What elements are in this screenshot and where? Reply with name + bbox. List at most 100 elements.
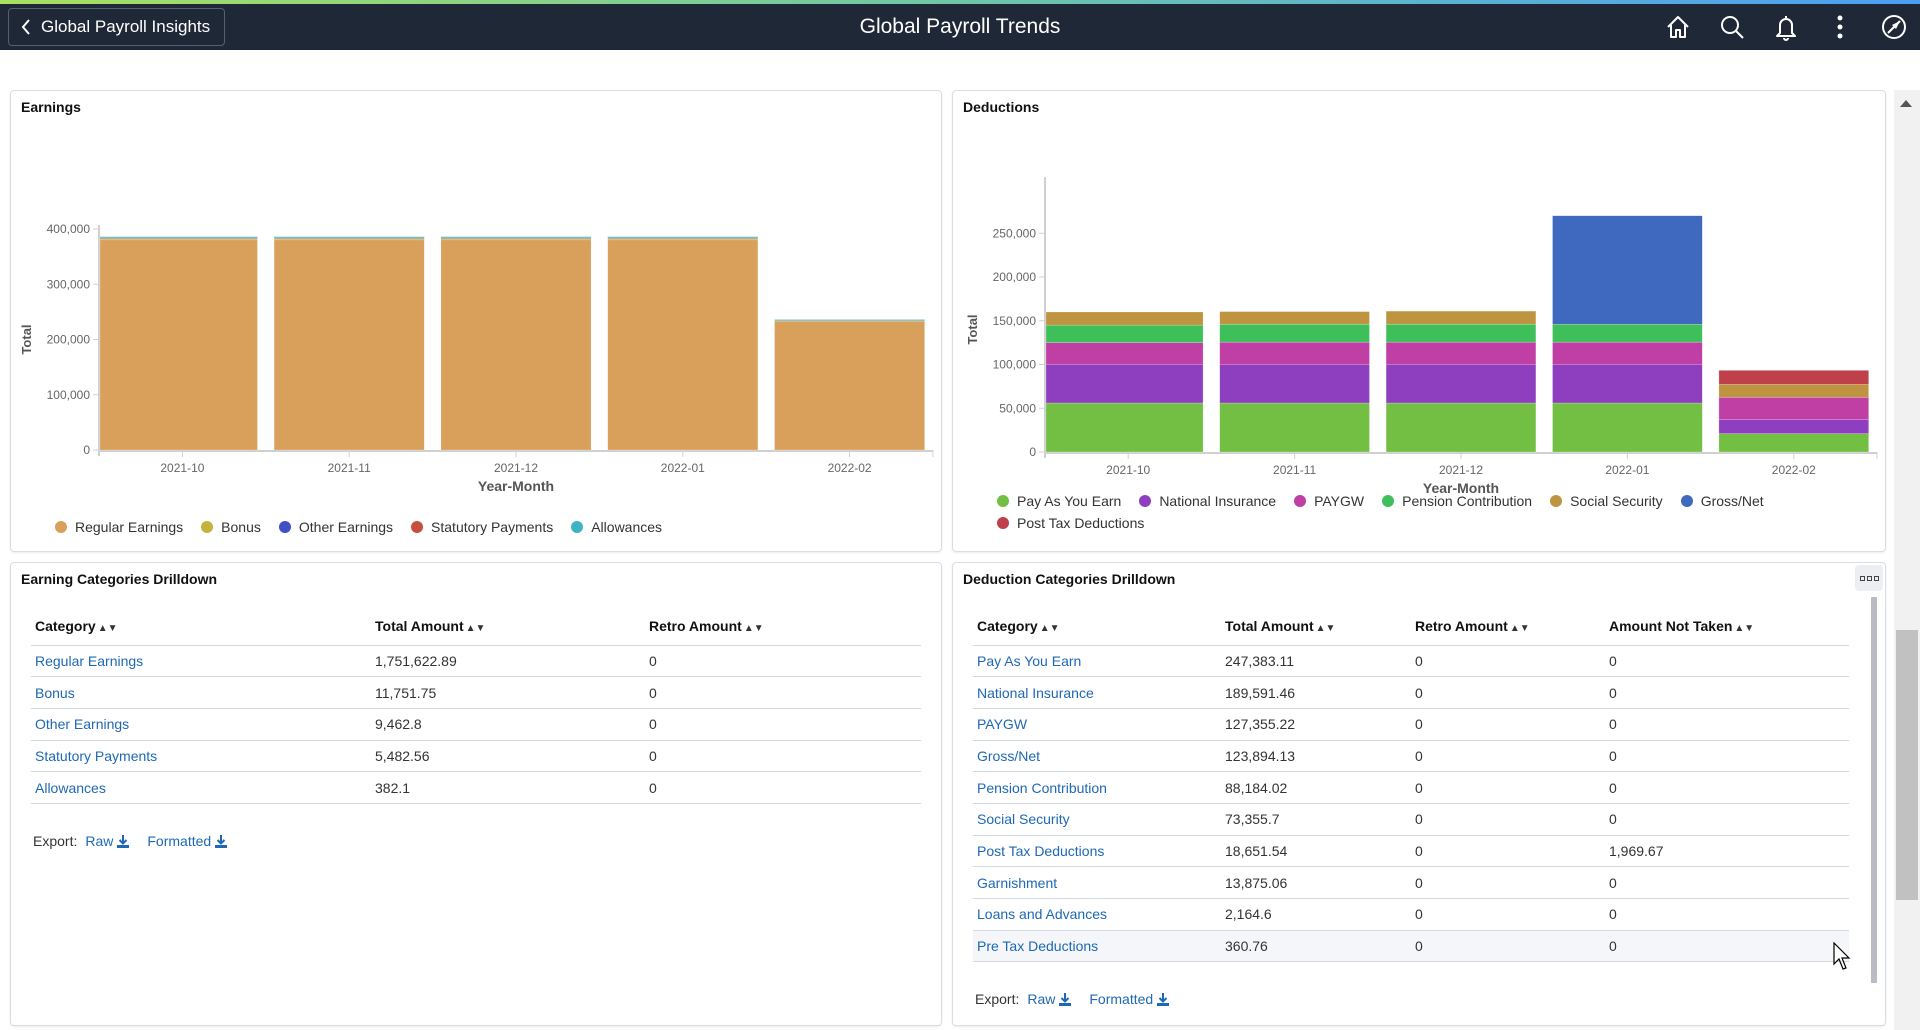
bar-segment-regular-earnings-2021-12[interactable] <box>440 239 592 451</box>
category-link[interactable]: Social Security <box>977 811 1070 827</box>
scrollbar-thumb[interactable] <box>1896 630 1918 900</box>
legend-item[interactable]: Post Tax Deductions <box>997 515 1144 531</box>
table-row[interactable]: Social Security 73,355.7 0 0 <box>973 803 1849 836</box>
category-link[interactable]: Garnishment <box>977 875 1057 891</box>
scroll-up-arrow-icon[interactable] <box>1900 100 1912 107</box>
search-button[interactable] <box>1716 11 1748 43</box>
category-link[interactable]: Pay As You Earn <box>977 653 1081 669</box>
category-link[interactable]: Post Tax Deductions <box>977 843 1104 859</box>
home-button[interactable] <box>1662 11 1694 43</box>
bar-segment-pay-as-you-earn-2021-11[interactable] <box>1219 402 1370 453</box>
bar-segment-national-insurance-2022-02[interactable] <box>1718 419 1869 434</box>
category-link[interactable]: Pre Tax Deductions <box>977 938 1098 954</box>
legend-item[interactable]: Pay As You Earn <box>997 493 1121 509</box>
bar-segment-regular-earnings-2021-10[interactable] <box>99 239 258 451</box>
page-scrollbar[interactable] <box>1894 90 1920 1030</box>
table-row[interactable]: Regular Earnings 1,751,622.89 0 <box>31 645 921 678</box>
legend-item[interactable]: Statutory Payments <box>411 519 553 535</box>
category-link[interactable]: Gross/Net <box>977 748 1040 764</box>
column-header-category[interactable]: Category ▲▼ <box>31 607 371 646</box>
navbar-button[interactable] <box>1878 11 1910 43</box>
bar-segment-allowances-2021-12[interactable] <box>440 236 592 239</box>
table-row[interactable]: Pay As You Earn 247,383.11 0 0 <box>973 645 1849 678</box>
bar-segment-national-insurance-2021-11[interactable] <box>1219 364 1370 404</box>
notifications-button[interactable] <box>1770 11 1802 43</box>
category-link[interactable]: PAYGW <box>977 716 1027 732</box>
category-link[interactable]: Pension Contribution <box>977 780 1107 796</box>
panel-options-button[interactable] <box>1855 565 1883 591</box>
bar-segment-pay-as-you-earn-2022-01[interactable] <box>1552 402 1703 453</box>
table-row[interactable]: Allowances 382.1 0 <box>31 771 921 804</box>
bar-segment-regular-earnings-2022-02[interactable] <box>774 320 925 451</box>
bar-segment-pay-as-you-earn-2021-10[interactable] <box>1045 402 1204 453</box>
column-header-category[interactable]: Category ▲▼ <box>973 607 1221 646</box>
legend-item[interactable]: Regular Earnings <box>55 519 183 535</box>
legend-item[interactable]: Pension Contribution <box>1382 493 1532 509</box>
table-row[interactable]: PAYGW 127,355.22 0 0 <box>973 708 1849 741</box>
category-link[interactable]: National Insurance <box>977 685 1094 701</box>
table-row[interactable]: Bonus 11,751.75 0 <box>31 676 921 709</box>
bar-segment-pension-contribution-2021-10[interactable] <box>1045 324 1204 343</box>
export-formatted-link[interactable]: Formatted <box>147 833 228 849</box>
legend-item[interactable]: Other Earnings <box>278 519 393 535</box>
bar-segment-allowances-2021-10[interactable] <box>99 236 258 239</box>
table-row[interactable]: Statutory Payments 5,482.56 0 <box>31 740 921 773</box>
bar-segment-social-security-2022-02[interactable] <box>1718 384 1869 398</box>
category-link[interactable]: Statutory Payments <box>35 748 157 764</box>
bar-segment-social-security-2021-12[interactable] <box>1385 310 1537 325</box>
bar-segment-pay-as-you-earn-2021-12[interactable] <box>1385 402 1537 453</box>
legend-dot-icon <box>1139 495 1152 507</box>
legend-item[interactable]: National Insurance <box>1139 493 1276 509</box>
table-row[interactable]: Pension Contribution 88,184.02 0 0 <box>973 771 1849 804</box>
table-row[interactable]: Garnishment 13,875.06 0 0 <box>973 866 1849 899</box>
bar-segment-national-insurance-2021-10[interactable] <box>1045 364 1204 404</box>
category-link[interactable]: Loans and Advances <box>977 906 1107 922</box>
column-header-total-amount[interactable]: Total Amount ▲▼ <box>371 607 645 646</box>
bar-segment-national-insurance-2021-12[interactable] <box>1385 364 1537 404</box>
export-formatted-link[interactable]: Formatted <box>1089 991 1170 1007</box>
category-link[interactable]: Other Earnings <box>35 716 129 732</box>
bar-segment-regular-earnings-2021-11[interactable] <box>273 239 425 451</box>
column-header-retro-amount[interactable]: Retro Amount ▲▼ <box>1411 607 1605 646</box>
bar-segment-paygw-2022-02[interactable] <box>1718 397 1869 420</box>
bar-segment-pension-contribution-2021-11[interactable] <box>1219 323 1370 343</box>
table-row[interactable]: National Insurance 189,591.46 0 0 <box>973 676 1849 709</box>
export-raw-link[interactable]: Raw <box>85 833 130 849</box>
bar-segment-pension-contribution-2021-12[interactable] <box>1385 323 1537 343</box>
bar-segment-regular-earnings-2022-01[interactable] <box>607 239 759 451</box>
bar-segment-post-tax-deductions-2022-02[interactable] <box>1718 370 1869 385</box>
bar-segment-allowances-2022-02[interactable] <box>774 319 925 321</box>
legend-item[interactable]: PAYGW <box>1294 493 1364 509</box>
bar-segment-paygw-2021-10[interactable] <box>1045 342 1204 365</box>
column-header-amount-not-taken[interactable]: Amount Not Taken ▲▼ <box>1605 607 1849 646</box>
table-row[interactable]: Gross/Net 123,894.13 0 0 <box>973 740 1849 773</box>
legend-item[interactable]: Allowances <box>571 519 662 535</box>
category-link[interactable]: Regular Earnings <box>35 653 143 669</box>
bar-segment-national-insurance-2022-01[interactable] <box>1552 364 1703 404</box>
legend-item[interactable]: Gross/Net <box>1680 493 1764 509</box>
legend-item[interactable]: Bonus <box>201 519 261 535</box>
table-row[interactable]: Other Earnings 9,462.8 0 <box>31 708 921 741</box>
bar-segment-allowances-2021-11[interactable] <box>273 236 425 239</box>
export-raw-link[interactable]: Raw <box>1027 991 1072 1007</box>
bar-segment-gross-net-2022-01[interactable] <box>1552 215 1703 325</box>
column-header-total-amount[interactable]: Total Amount ▲▼ <box>1221 607 1411 646</box>
category-link[interactable]: Bonus <box>35 685 75 701</box>
actions-menu-button[interactable] <box>1824 11 1856 43</box>
bar-segment-pension-contribution-2022-01[interactable] <box>1552 323 1703 343</box>
bar-segment-paygw-2021-11[interactable] <box>1219 341 1370 365</box>
table-row[interactable]: Post Tax Deductions 18,651.54 0 1,969.67 <box>973 835 1849 868</box>
legend-item[interactable]: Social Security <box>1550 493 1663 509</box>
table-scrollbar[interactable] <box>1871 597 1877 983</box>
bar-segment-social-security-2021-10[interactable] <box>1045 311 1204 326</box>
bar-segment-allowances-2022-01[interactable] <box>607 236 759 239</box>
category-link[interactable]: Allowances <box>35 780 106 796</box>
table-row[interactable]: Pre Tax Deductions 360.76 0 0 <box>973 930 1849 963</box>
table-row[interactable]: Loans and Advances 2,164.6 0 0 <box>973 898 1849 931</box>
column-header-retro-amount[interactable]: Retro Amount ▲▼ <box>645 607 921 646</box>
bar-segment-paygw-2022-01[interactable] <box>1552 341 1703 365</box>
back-button[interactable]: Global Payroll Insights <box>8 8 226 46</box>
bar-segment-pay-as-you-earn-2022-02[interactable] <box>1718 433 1869 453</box>
bar-segment-paygw-2021-12[interactable] <box>1385 341 1537 365</box>
bar-segment-social-security-2021-11[interactable] <box>1219 311 1370 325</box>
